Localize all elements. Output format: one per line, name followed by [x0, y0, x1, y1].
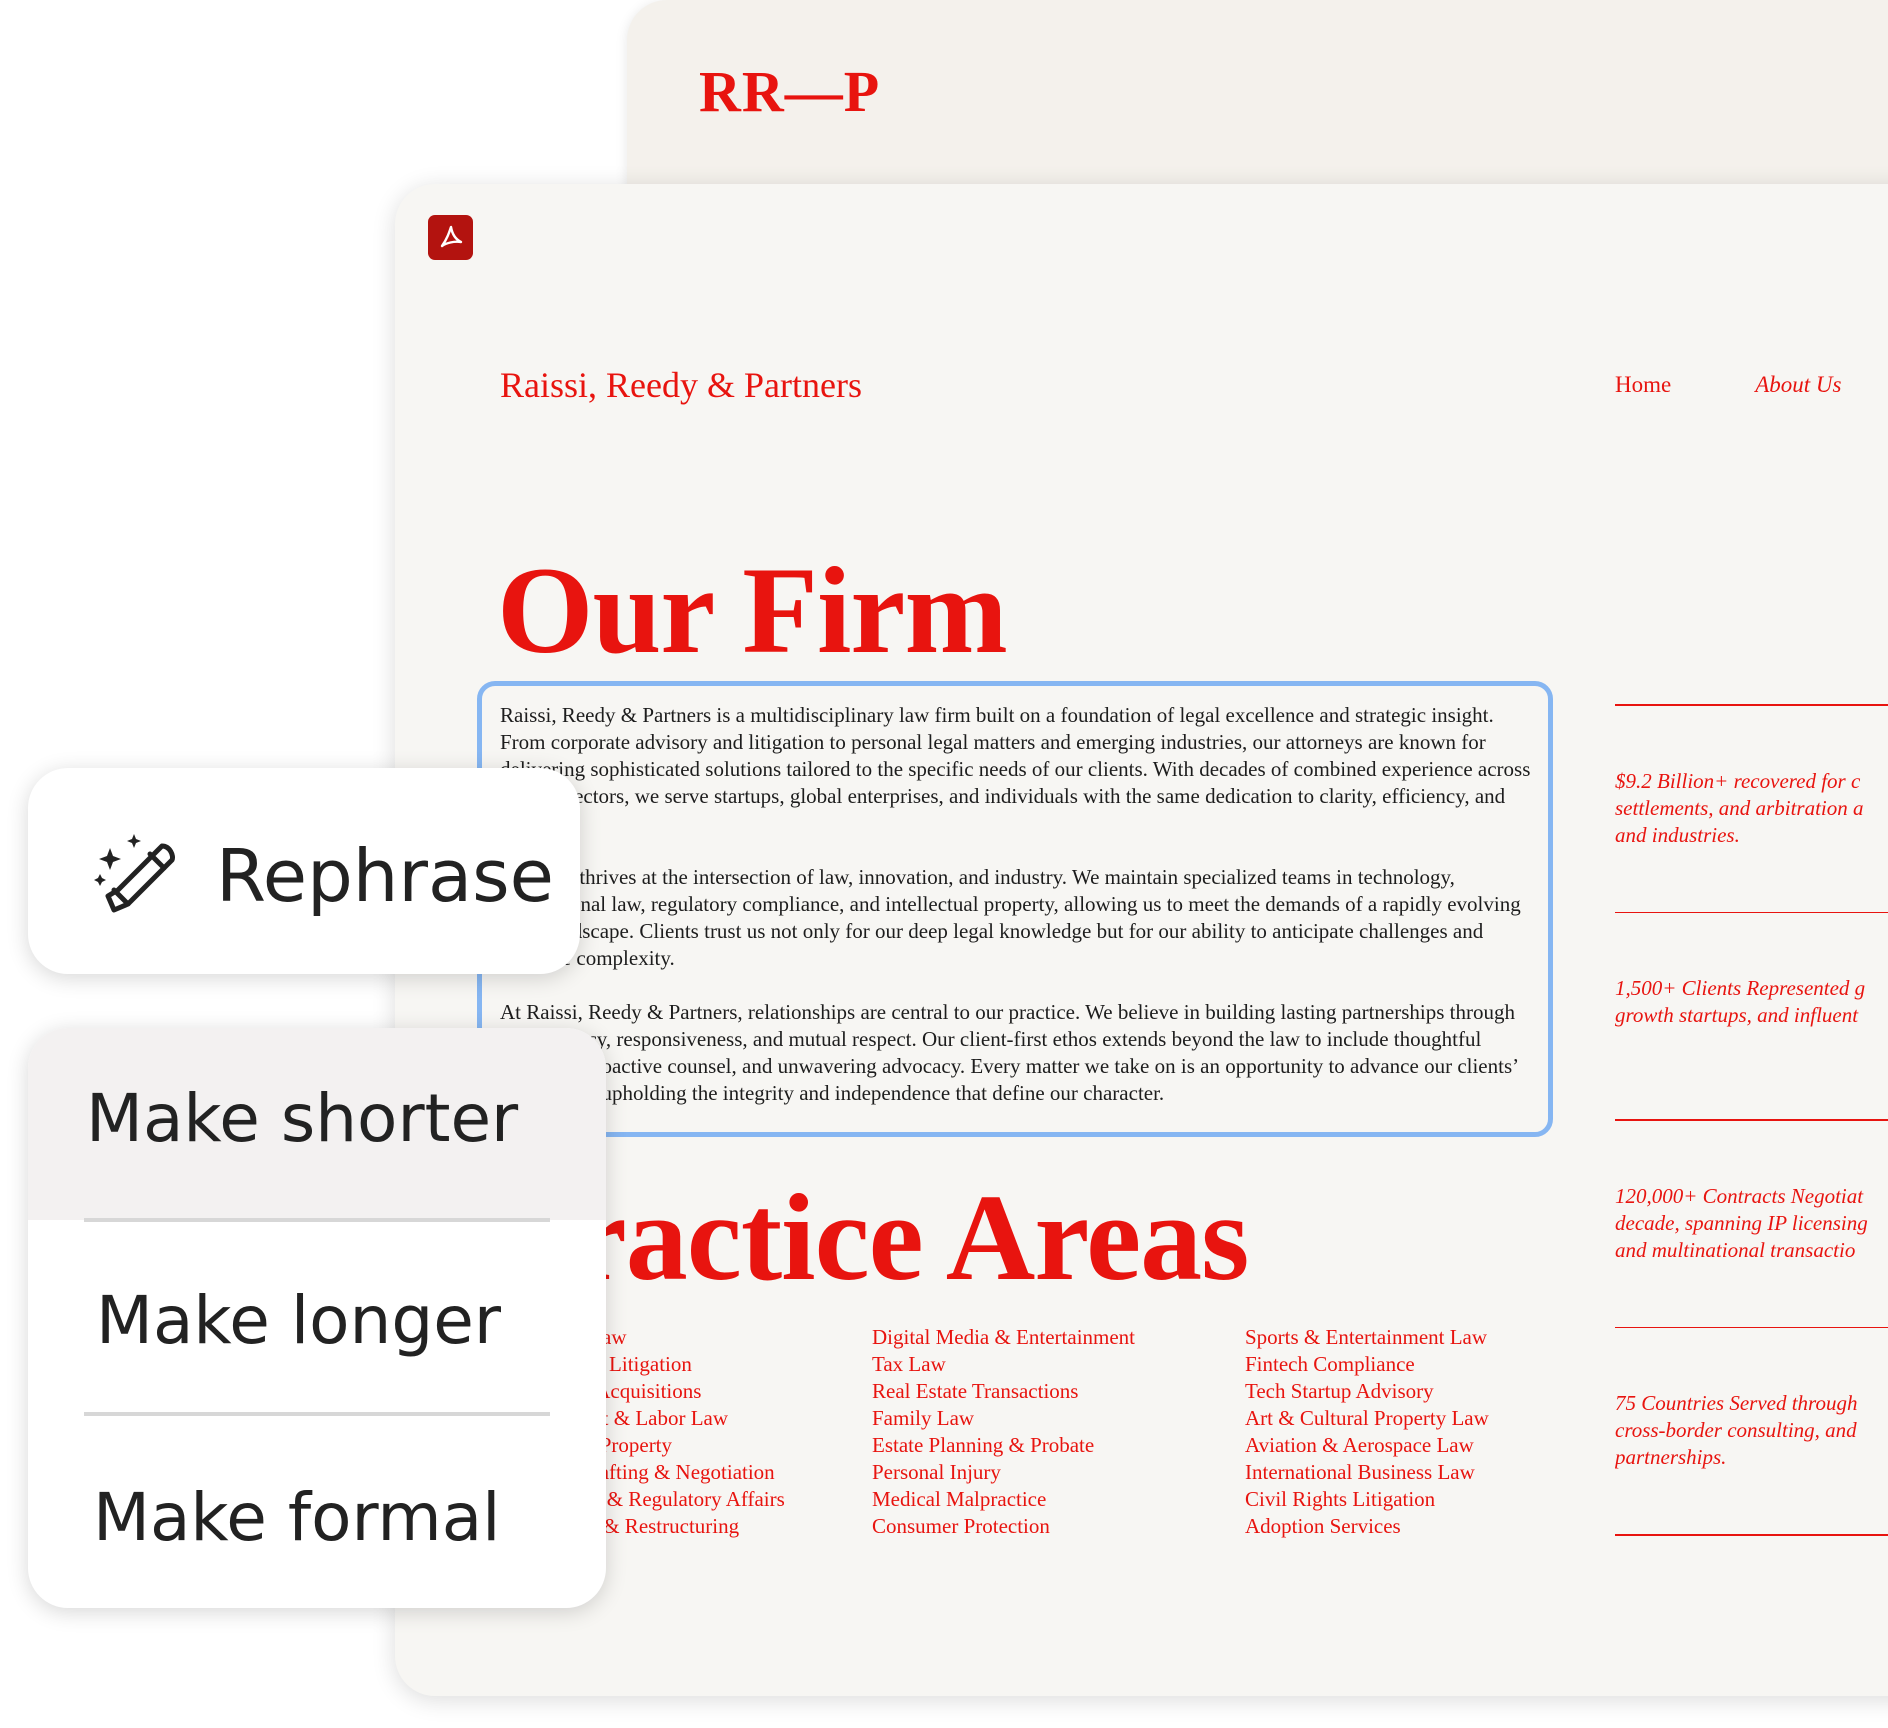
practice-area-item: Digital Media & Entertainment — [872, 1325, 1136, 1349]
stat-line: settlements, and arbitration a — [1615, 795, 1864, 820]
stat-item: $9.2 Billion+ recovered for c settlement… — [1615, 706, 1888, 912]
practice-area-item: Art & Cultural Property Law — [1245, 1406, 1489, 1430]
make-shorter-option[interactable]: Make shorter — [28, 1028, 606, 1220]
rrp-logo: RR—P — [699, 59, 881, 124]
site-nav: Home About Us — [1615, 372, 1841, 398]
stat-line: partnerships. — [1615, 1445, 1727, 1469]
stat-item: 120,000+ Contracts Negotiat decade, span… — [1615, 1121, 1888, 1327]
nav-about-link[interactable]: About Us — [1755, 372, 1841, 398]
practice-area-item: Civil Rights Litigation — [1245, 1487, 1436, 1511]
stats-sidebar: $9.2 Billion+ recovered for c settlement… — [1615, 704, 1888, 1536]
stat-item: 1,500+ Clients Represented g growth star… — [1615, 913, 1888, 1119]
our-firm-heading: Our Firm — [497, 542, 1008, 679]
practice-areas-column-2: Digital Media & Entertainment Tax Law Re… — [872, 1324, 1135, 1540]
stat-line: and multinational transactio — [1615, 1237, 1856, 1262]
practice-area-item: Consumer Protection — [872, 1514, 1050, 1538]
stat-line: 75 Countries Served through — [1615, 1391, 1858, 1415]
stat-item: 75 Countries Served through cross-border… — [1615, 1328, 1888, 1534]
rephrase-options-menu: Make shorter Make longer Make formal — [28, 1028, 606, 1608]
practice-area-item: Aviation & Aerospace Law — [1245, 1433, 1474, 1457]
stat-line: $9.2 Billion+ recovered for c — [1615, 768, 1861, 793]
practice-area-item: Real Estate Transactions — [872, 1379, 1079, 1403]
pdf-document-window: Raissi, Reedy & Partners Home About Us O… — [395, 184, 1888, 1696]
nav-home-link[interactable]: Home — [1615, 372, 1671, 398]
rephrase-label: Rephrase — [216, 834, 554, 918]
practice-area-item: Adoption Services — [1245, 1514, 1401, 1538]
option-label: Make formal — [93, 1479, 501, 1556]
paragraph[interactable]: Our firm thrives at the intersection of … — [500, 864, 1540, 972]
paragraph[interactable]: Raissi, Reedy & Partners is a multidisci… — [500, 702, 1540, 837]
magic-pencil-icon — [94, 834, 175, 913]
practice-area-item: Personal Injury — [872, 1460, 1001, 1484]
stat-line: growth startups, and influent — [1615, 1003, 1859, 1027]
make-formal-option[interactable]: Make formal — [28, 1414, 606, 1604]
practice-area-item: Tech Startup Advisory — [1245, 1379, 1434, 1403]
stat-line: cross-border consulting, and — [1615, 1418, 1857, 1442]
rephrase-button[interactable]: Rephrase — [28, 768, 580, 974]
practice-area-item: Medical Malpractice — [872, 1487, 1047, 1511]
practice-area-item: Tax Law — [872, 1352, 946, 1376]
stat-line: 120,000+ Contracts Negotiat — [1615, 1183, 1864, 1208]
firm-body-text[interactable]: Raissi, Reedy & Partners is a multidisci… — [500, 702, 1540, 1134]
acrobat-pdf-icon[interactable] — [428, 215, 473, 260]
stat-divider — [1615, 1534, 1888, 1536]
stat-line: 1,500+ Clients Represented g — [1615, 976, 1866, 1000]
practice-area-item: Estate Planning & Probate — [872, 1433, 1095, 1457]
firm-name: Raissi, Reedy & Partners — [500, 365, 862, 405]
practice-area-item: International Business Law — [1245, 1460, 1475, 1484]
practice-area-item: Fintech Compliance — [1245, 1352, 1415, 1376]
make-longer-option[interactable]: Make longer — [28, 1220, 606, 1410]
stat-line: decade, spanning IP licensing — [1615, 1210, 1868, 1235]
practice-areas-heading: Practice Areas — [497, 1169, 1249, 1306]
practice-areas-column-3: Sports & Entertainment Law Fintech Compl… — [1245, 1324, 1489, 1540]
paragraph[interactable]: At Raissi, Reedy & Partners, relationshi… — [500, 999, 1540, 1107]
practice-area-item: Sports & Entertainment Law — [1245, 1325, 1488, 1349]
practice-area-item: Family Law — [872, 1406, 975, 1430]
option-label: Make shorter — [86, 1080, 519, 1157]
stat-line: and industries. — [1615, 822, 1740, 847]
option-label: Make longer — [96, 1282, 502, 1359]
